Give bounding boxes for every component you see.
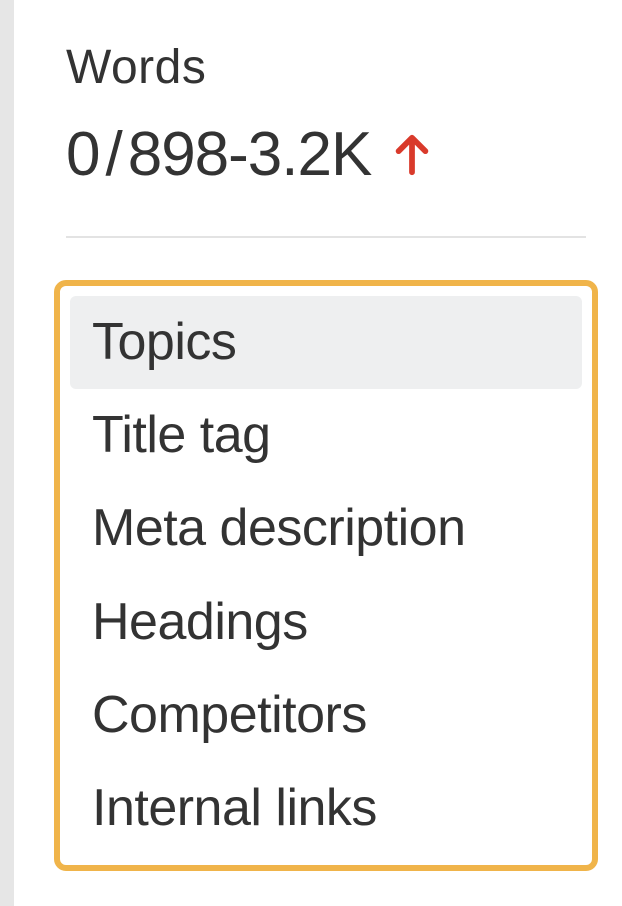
words-label: Words: [66, 40, 622, 95]
menu-item-label: Competitors: [92, 686, 367, 744]
panel-left-border: [0, 0, 14, 906]
words-range: 898-3.2K: [128, 119, 372, 190]
menu-item-label: Headings: [92, 593, 308, 651]
divider: [66, 236, 586, 238]
menu-item-headings[interactable]: Headings: [70, 576, 582, 669]
panel-root: Words 0 / 898-3.2K Topics Title tag Meta…: [0, 0, 622, 906]
menu-item-label: Title tag: [92, 406, 271, 464]
menu-item-title-tag[interactable]: Title tag: [70, 389, 582, 482]
menu-box: Topics Title tag Meta description Headin…: [54, 280, 598, 871]
words-value-row: 0 / 898-3.2K: [66, 119, 622, 190]
menu-item-label: Internal links: [92, 779, 377, 837]
menu-item-internal-links[interactable]: Internal links: [70, 762, 582, 855]
menu-item-label: Topics: [92, 313, 236, 371]
words-separator: /: [105, 119, 121, 190]
menu-item-competitors[interactable]: Competitors: [70, 669, 582, 762]
words-current: 0: [66, 119, 99, 190]
menu-item-meta-description[interactable]: Meta description: [70, 482, 582, 575]
menu-item-label: Meta description: [92, 499, 466, 557]
arrow-up-icon: [389, 132, 435, 178]
menu-item-topics[interactable]: Topics: [70, 296, 582, 389]
panel-content: Words 0 / 898-3.2K Topics Title tag Meta…: [14, 0, 622, 906]
